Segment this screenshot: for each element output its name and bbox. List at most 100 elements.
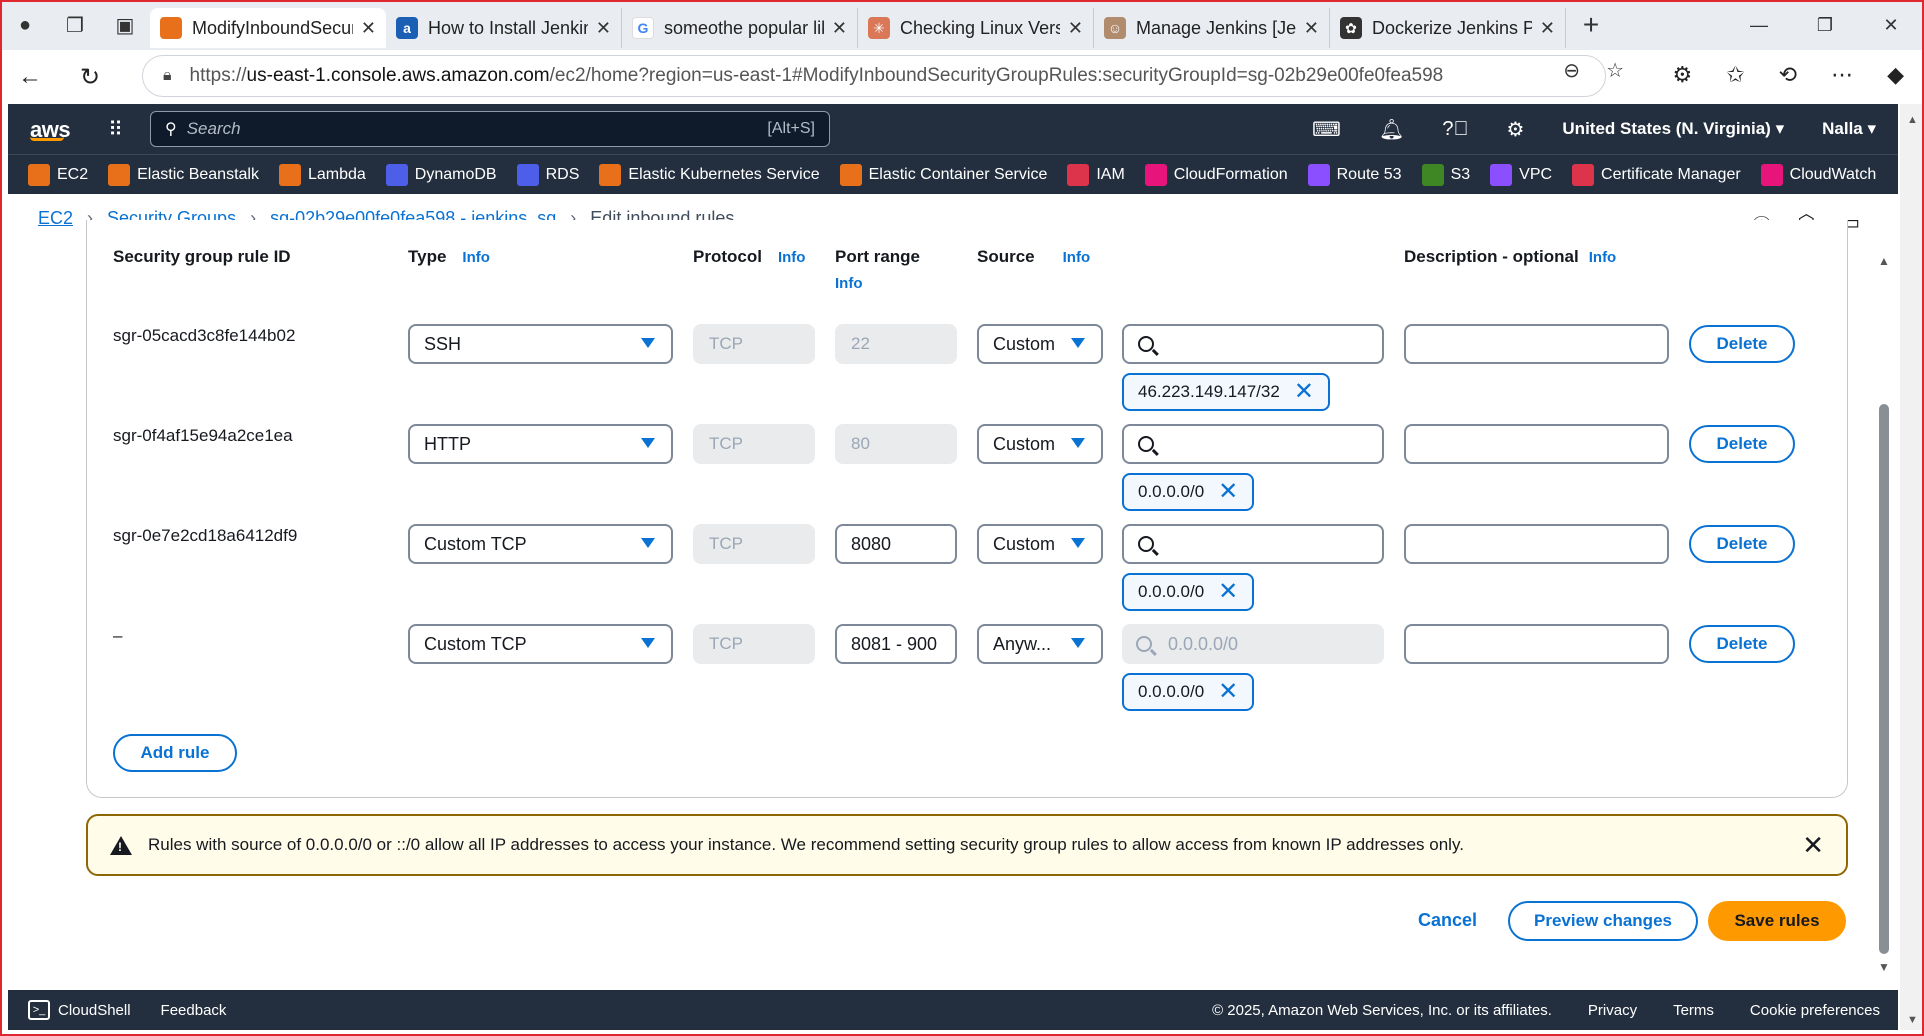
history-icon[interactable]: ⟲: [1779, 62, 1797, 88]
favorite-certificate-manager[interactable]: Certificate Manager: [1572, 163, 1741, 186]
cloudshell-link[interactable]: >_ CloudShell: [28, 1000, 131, 1020]
workspaces-icon[interactable]: ❐: [50, 0, 100, 50]
close-icon[interactable]: ✕: [1802, 830, 1824, 861]
scroll-down-icon[interactable]: ▼: [1878, 960, 1890, 974]
source-cidr-search[interactable]: [1122, 524, 1384, 564]
browser-tab[interactable]: ModifyInboundSecur ✕: [150, 8, 386, 48]
close-tab-icon[interactable]: ✕: [1540, 18, 1555, 39]
source-select[interactable]: Anyw...: [977, 624, 1103, 664]
favorite-lambda[interactable]: Lambda: [278, 163, 366, 186]
breadcrumb-ec2[interactable]: EC2: [38, 208, 73, 229]
add-rule-button[interactable]: Add rule: [113, 734, 237, 772]
type-select[interactable]: SSH: [408, 324, 673, 364]
delete-button[interactable]: Delete: [1689, 625, 1795, 663]
services-menu-icon[interactable]: ⠿: [108, 117, 123, 142]
favorite-rds[interactable]: RDS: [516, 163, 579, 186]
favorite-ec2[interactable]: EC2: [28, 163, 88, 186]
close-tab-icon[interactable]: ✕: [1304, 18, 1319, 39]
preview-changes-button[interactable]: Preview changes: [1508, 901, 1698, 941]
privacy-link[interactable]: Privacy: [1588, 1002, 1637, 1019]
content-scrollbar[interactable]: ▲ ▼: [1876, 254, 1892, 974]
page-scrollbar[interactable]: ▲ ▼: [1900, 104, 1922, 1030]
restore-icon[interactable]: ❐: [1792, 0, 1858, 50]
zoom-icon[interactable]: ⊖: [1563, 58, 1580, 83]
description-field[interactable]: [1404, 424, 1669, 464]
favorite-elastic-container-service[interactable]: Elastic Container Service: [839, 163, 1047, 186]
source-cidr-search[interactable]: [1122, 324, 1384, 364]
remove-token-icon[interactable]: ✕: [1294, 380, 1314, 404]
browser-tab[interactable]: ☺ Manage Jenkins [Jenk ✕: [1094, 8, 1330, 48]
remove-token-icon[interactable]: ✕: [1218, 680, 1238, 704]
browser-tab[interactable]: ✿ Dockerize Jenkins Plu ✕: [1330, 8, 1566, 48]
more-icon[interactable]: ⋯: [1831, 62, 1853, 88]
favorite-elastic-beanstalk[interactable]: Elastic Beanstalk: [108, 163, 259, 186]
aws-search-input[interactable]: ⚲ Search [Alt+S]: [150, 111, 830, 147]
close-window-icon[interactable]: ✕: [1858, 0, 1924, 50]
terms-link[interactable]: Terms: [1673, 1002, 1714, 1019]
account-menu[interactable]: Nalla ▾: [1822, 119, 1876, 139]
browser-tab[interactable]: Gsomeothe popular lik ✕: [622, 8, 858, 48]
scroll-up-icon[interactable]: ▲: [1907, 114, 1918, 126]
favorite-route-53[interactable]: Route 53: [1307, 163, 1402, 186]
profile-icon[interactable]: ●: [0, 0, 50, 50]
source-cidr-search[interactable]: [1122, 424, 1384, 464]
remove-token-icon[interactable]: ✕: [1218, 480, 1238, 504]
favorite-vpc[interactable]: VPC: [1490, 163, 1552, 186]
scroll-down-icon[interactable]: ▼: [1907, 1014, 1918, 1026]
favorite-elastic-kubernetes-service[interactable]: Elastic Kubernetes Service: [599, 163, 820, 186]
favorite-s3[interactable]: S3: [1421, 163, 1470, 186]
copilot-icon[interactable]: ◆: [1887, 62, 1904, 88]
help-icon[interactable]: ?⃝: [1442, 118, 1468, 141]
type-info-link[interactable]: Info: [462, 249, 490, 266]
type-select[interactable]: Custom TCP: [408, 524, 673, 564]
source-select[interactable]: Custom: [977, 424, 1103, 464]
favorite-cloudwatch[interactable]: CloudWatch: [1760, 163, 1876, 186]
source-select[interactable]: Custom: [977, 524, 1103, 564]
type-select[interactable]: Custom TCP: [408, 624, 673, 664]
protocol-info-link[interactable]: Info: [778, 249, 806, 266]
refresh-icon[interactable]: ↻: [60, 63, 120, 92]
browser-tab[interactable]: a How to Install Jenkins ✕: [386, 8, 622, 48]
url-field[interactable]: 🔒︎ https://us-east-1.console.aws.amazon.…: [142, 55, 1606, 97]
close-tab-icon[interactable]: ✕: [361, 18, 376, 39]
source-select[interactable]: Custom: [977, 324, 1103, 364]
cancel-button[interactable]: Cancel: [1418, 910, 1477, 931]
remove-token-icon[interactable]: ✕: [1218, 580, 1238, 604]
port-info-link[interactable]: Info: [835, 275, 863, 292]
favorite-cloudformation[interactable]: CloudFormation: [1144, 163, 1288, 186]
notifications-icon[interactable]: 🔔︎: [1379, 117, 1404, 142]
description-field[interactable]: [1404, 624, 1669, 664]
scroll-up-icon[interactable]: ▲: [1878, 254, 1890, 268]
cloudshell-icon[interactable]: ⌨: [1312, 117, 1341, 142]
browser-tab[interactable]: ✳ Checking Linux Versic ✕: [858, 8, 1094, 48]
close-tab-icon[interactable]: ✕: [1068, 18, 1083, 39]
settings-icon[interactable]: ⚙: [1506, 117, 1524, 142]
region-selector[interactable]: United States (N. Virginia) ▾: [1562, 119, 1784, 139]
port-range-field[interactable]: 8081 - 900: [835, 624, 957, 664]
delete-button[interactable]: Delete: [1689, 325, 1795, 363]
cookie-preferences-link[interactable]: Cookie preferences: [1750, 1002, 1880, 1019]
favorite-star-icon[interactable]: ☆: [1606, 58, 1624, 83]
feedback-link[interactable]: Feedback: [161, 1002, 227, 1019]
back-icon[interactable]: ←: [0, 63, 60, 91]
favorite-dynamodb[interactable]: DynamoDB: [385, 163, 497, 186]
source-info-link[interactable]: Info: [1063, 249, 1091, 266]
minimize-icon[interactable]: —: [1726, 0, 1792, 50]
description-field[interactable]: [1404, 524, 1669, 564]
delete-button[interactable]: Delete: [1689, 425, 1795, 463]
type-select[interactable]: HTTP: [408, 424, 673, 464]
new-tab-button[interactable]: +: [1566, 9, 1616, 41]
description-info-link[interactable]: Info: [1589, 249, 1617, 266]
port-range-field[interactable]: 8080: [835, 524, 957, 564]
close-tab-icon[interactable]: ✕: [832, 18, 847, 39]
delete-button[interactable]: Delete: [1689, 525, 1795, 563]
extensions-icon[interactable]: ⚙: [1672, 62, 1692, 88]
close-tab-icon[interactable]: ✕: [596, 18, 611, 39]
aws-logo[interactable]: aws: [30, 117, 71, 142]
save-rules-button[interactable]: Save rules: [1708, 901, 1846, 941]
description-field[interactable]: [1404, 324, 1669, 364]
favorites-icon[interactable]: ✩: [1726, 62, 1744, 88]
tab-actions-icon[interactable]: ▣: [100, 0, 150, 50]
scroll-thumb[interactable]: [1879, 404, 1889, 954]
favorite-iam[interactable]: IAM: [1067, 163, 1125, 186]
